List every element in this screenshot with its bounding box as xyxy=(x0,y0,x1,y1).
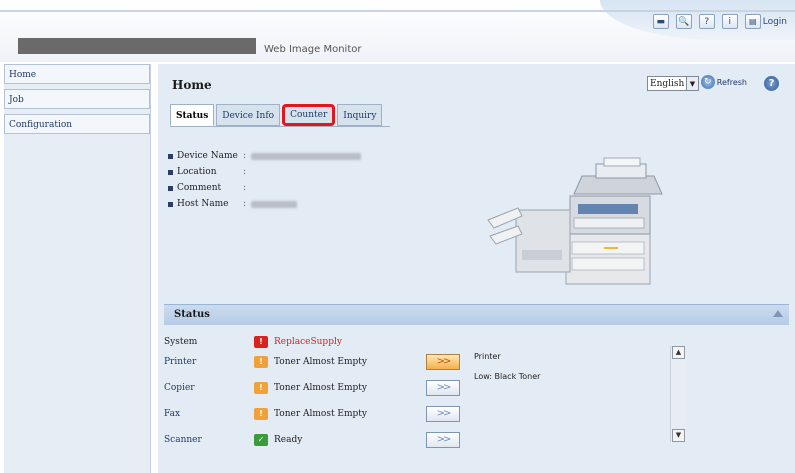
status-link-fax[interactable]: Fax xyxy=(164,409,254,419)
warning-icon: ! xyxy=(254,382,268,394)
info-icon[interactable]: i xyxy=(721,14,738,29)
info-row-comment: Comment : xyxy=(168,180,361,196)
scroll-up-icon[interactable]: ▲ xyxy=(672,346,685,359)
message-title: Printer xyxy=(474,352,501,361)
chevron-down-icon: ▼ xyxy=(687,76,699,91)
refresh-icon: ↻ xyxy=(700,75,715,89)
help-button[interactable]: ? xyxy=(764,76,779,91)
login-icon: ▤ xyxy=(744,14,761,29)
device-info-list: Device Name : Location : Comment : Host … xyxy=(168,148,361,212)
refresh-label: Refresh xyxy=(716,77,747,87)
login-button[interactable]: ▤ Login xyxy=(744,14,787,29)
keyboard-icon[interactable]: ▬ xyxy=(652,14,669,29)
sidebar-item-configuration[interactable]: Configuration xyxy=(4,114,150,134)
info-label: Comment xyxy=(177,183,222,193)
page-header: Web Image Monitor ▬ 🔍 ? i ▤ Login xyxy=(0,0,795,62)
details-arrow-button[interactable]: >> xyxy=(426,432,460,448)
bullet-icon xyxy=(168,185,173,191)
bullet-icon xyxy=(168,201,173,207)
status-section-title: Status xyxy=(174,309,210,320)
help-icon[interactable]: ? xyxy=(698,14,715,29)
warning-icon: ! xyxy=(254,356,268,368)
header-toolbar: ▬ 🔍 ? i ▤ Login xyxy=(652,14,787,29)
collapse-icon[interactable] xyxy=(773,310,783,317)
bullet-icon xyxy=(168,153,173,159)
bullet-icon xyxy=(168,169,173,175)
details-arrow-button[interactable]: >> xyxy=(426,380,460,396)
status-row-system: System ! ReplaceSupply xyxy=(164,332,426,352)
tab-inquiry[interactable]: Inquiry xyxy=(337,104,383,126)
tab-counter[interactable]: Counter xyxy=(282,104,336,126)
redacted-value xyxy=(251,200,297,208)
search-icon[interactable]: 🔍 xyxy=(675,14,692,29)
info-colon: : xyxy=(243,167,247,177)
info-label: Location xyxy=(177,167,217,177)
info-label: Device Name xyxy=(177,151,238,161)
scroll-down-icon[interactable]: ▼ xyxy=(672,429,685,442)
status-name: System xyxy=(164,337,198,347)
details-arrow-button[interactable]: >> xyxy=(426,354,460,370)
status-text[interactable]: ReplaceSupply xyxy=(274,337,426,347)
printer-image xyxy=(487,157,663,285)
status-row-printer: Printer ! Toner Almost Empty >> xyxy=(164,352,460,372)
status-message-box: Printer Low: Black Toner xyxy=(474,346,686,446)
status-row-fax: Fax ! Toner Almost Empty >> xyxy=(164,404,460,424)
status-text: Toner Almost Empty xyxy=(274,357,368,367)
ready-icon: ✓ xyxy=(254,434,268,446)
sidebar-item-home[interactable]: Home xyxy=(4,64,150,84)
language-value: English xyxy=(647,76,687,91)
tab-divider xyxy=(170,126,390,127)
info-colon: : xyxy=(243,199,247,209)
sidebar-item-job[interactable]: Job xyxy=(4,89,150,109)
alert-icon: ! xyxy=(254,336,268,348)
status-text: Ready xyxy=(274,435,303,445)
login-label: Login xyxy=(762,16,787,27)
details-arrow-button[interactable]: >> xyxy=(426,406,460,422)
info-row-location: Location : xyxy=(168,164,361,180)
main-content: Home English ▼ ↻ Refresh ? Status Device… xyxy=(158,64,795,473)
header-line xyxy=(0,10,795,12)
info-row-device-name: Device Name : xyxy=(168,148,361,164)
product-name-bar xyxy=(18,38,256,54)
status-row-scanner: Scanner ✓ Ready >> xyxy=(164,430,460,450)
info-colon: : xyxy=(243,151,247,161)
status-link-copier[interactable]: Copier xyxy=(164,383,254,393)
tab-status[interactable]: Status xyxy=(170,104,215,126)
redacted-value xyxy=(251,152,361,160)
status-link-printer[interactable]: Printer xyxy=(164,357,254,367)
info-colon: : xyxy=(243,183,247,193)
status-section-header: Status xyxy=(164,304,789,325)
language-select[interactable]: English ▼ xyxy=(647,76,699,91)
tab-device-info[interactable]: Device Info xyxy=(216,104,281,126)
warning-icon: ! xyxy=(254,408,268,420)
info-row-host-name: Host Name : xyxy=(168,196,361,212)
info-label: Host Name xyxy=(177,199,229,209)
message-text: Low: Black Toner xyxy=(474,372,541,381)
page-title: Home xyxy=(172,78,212,92)
sidebar: Home Job Configuration xyxy=(4,64,151,473)
status-text: Toner Almost Empty xyxy=(274,409,368,419)
status-row-copier: Copier ! Toner Almost Empty >> xyxy=(164,378,460,398)
message-scrollbar[interactable]: ▲ ▼ xyxy=(670,346,687,442)
refresh-button[interactable]: ↻ Refresh xyxy=(700,75,747,89)
brand-title: Web Image Monitor xyxy=(264,44,362,55)
status-link-scanner[interactable]: Scanner xyxy=(164,435,254,445)
tab-bar: Status Device Info Counter Inquiry xyxy=(170,104,383,128)
status-text: Toner Almost Empty xyxy=(274,383,368,393)
